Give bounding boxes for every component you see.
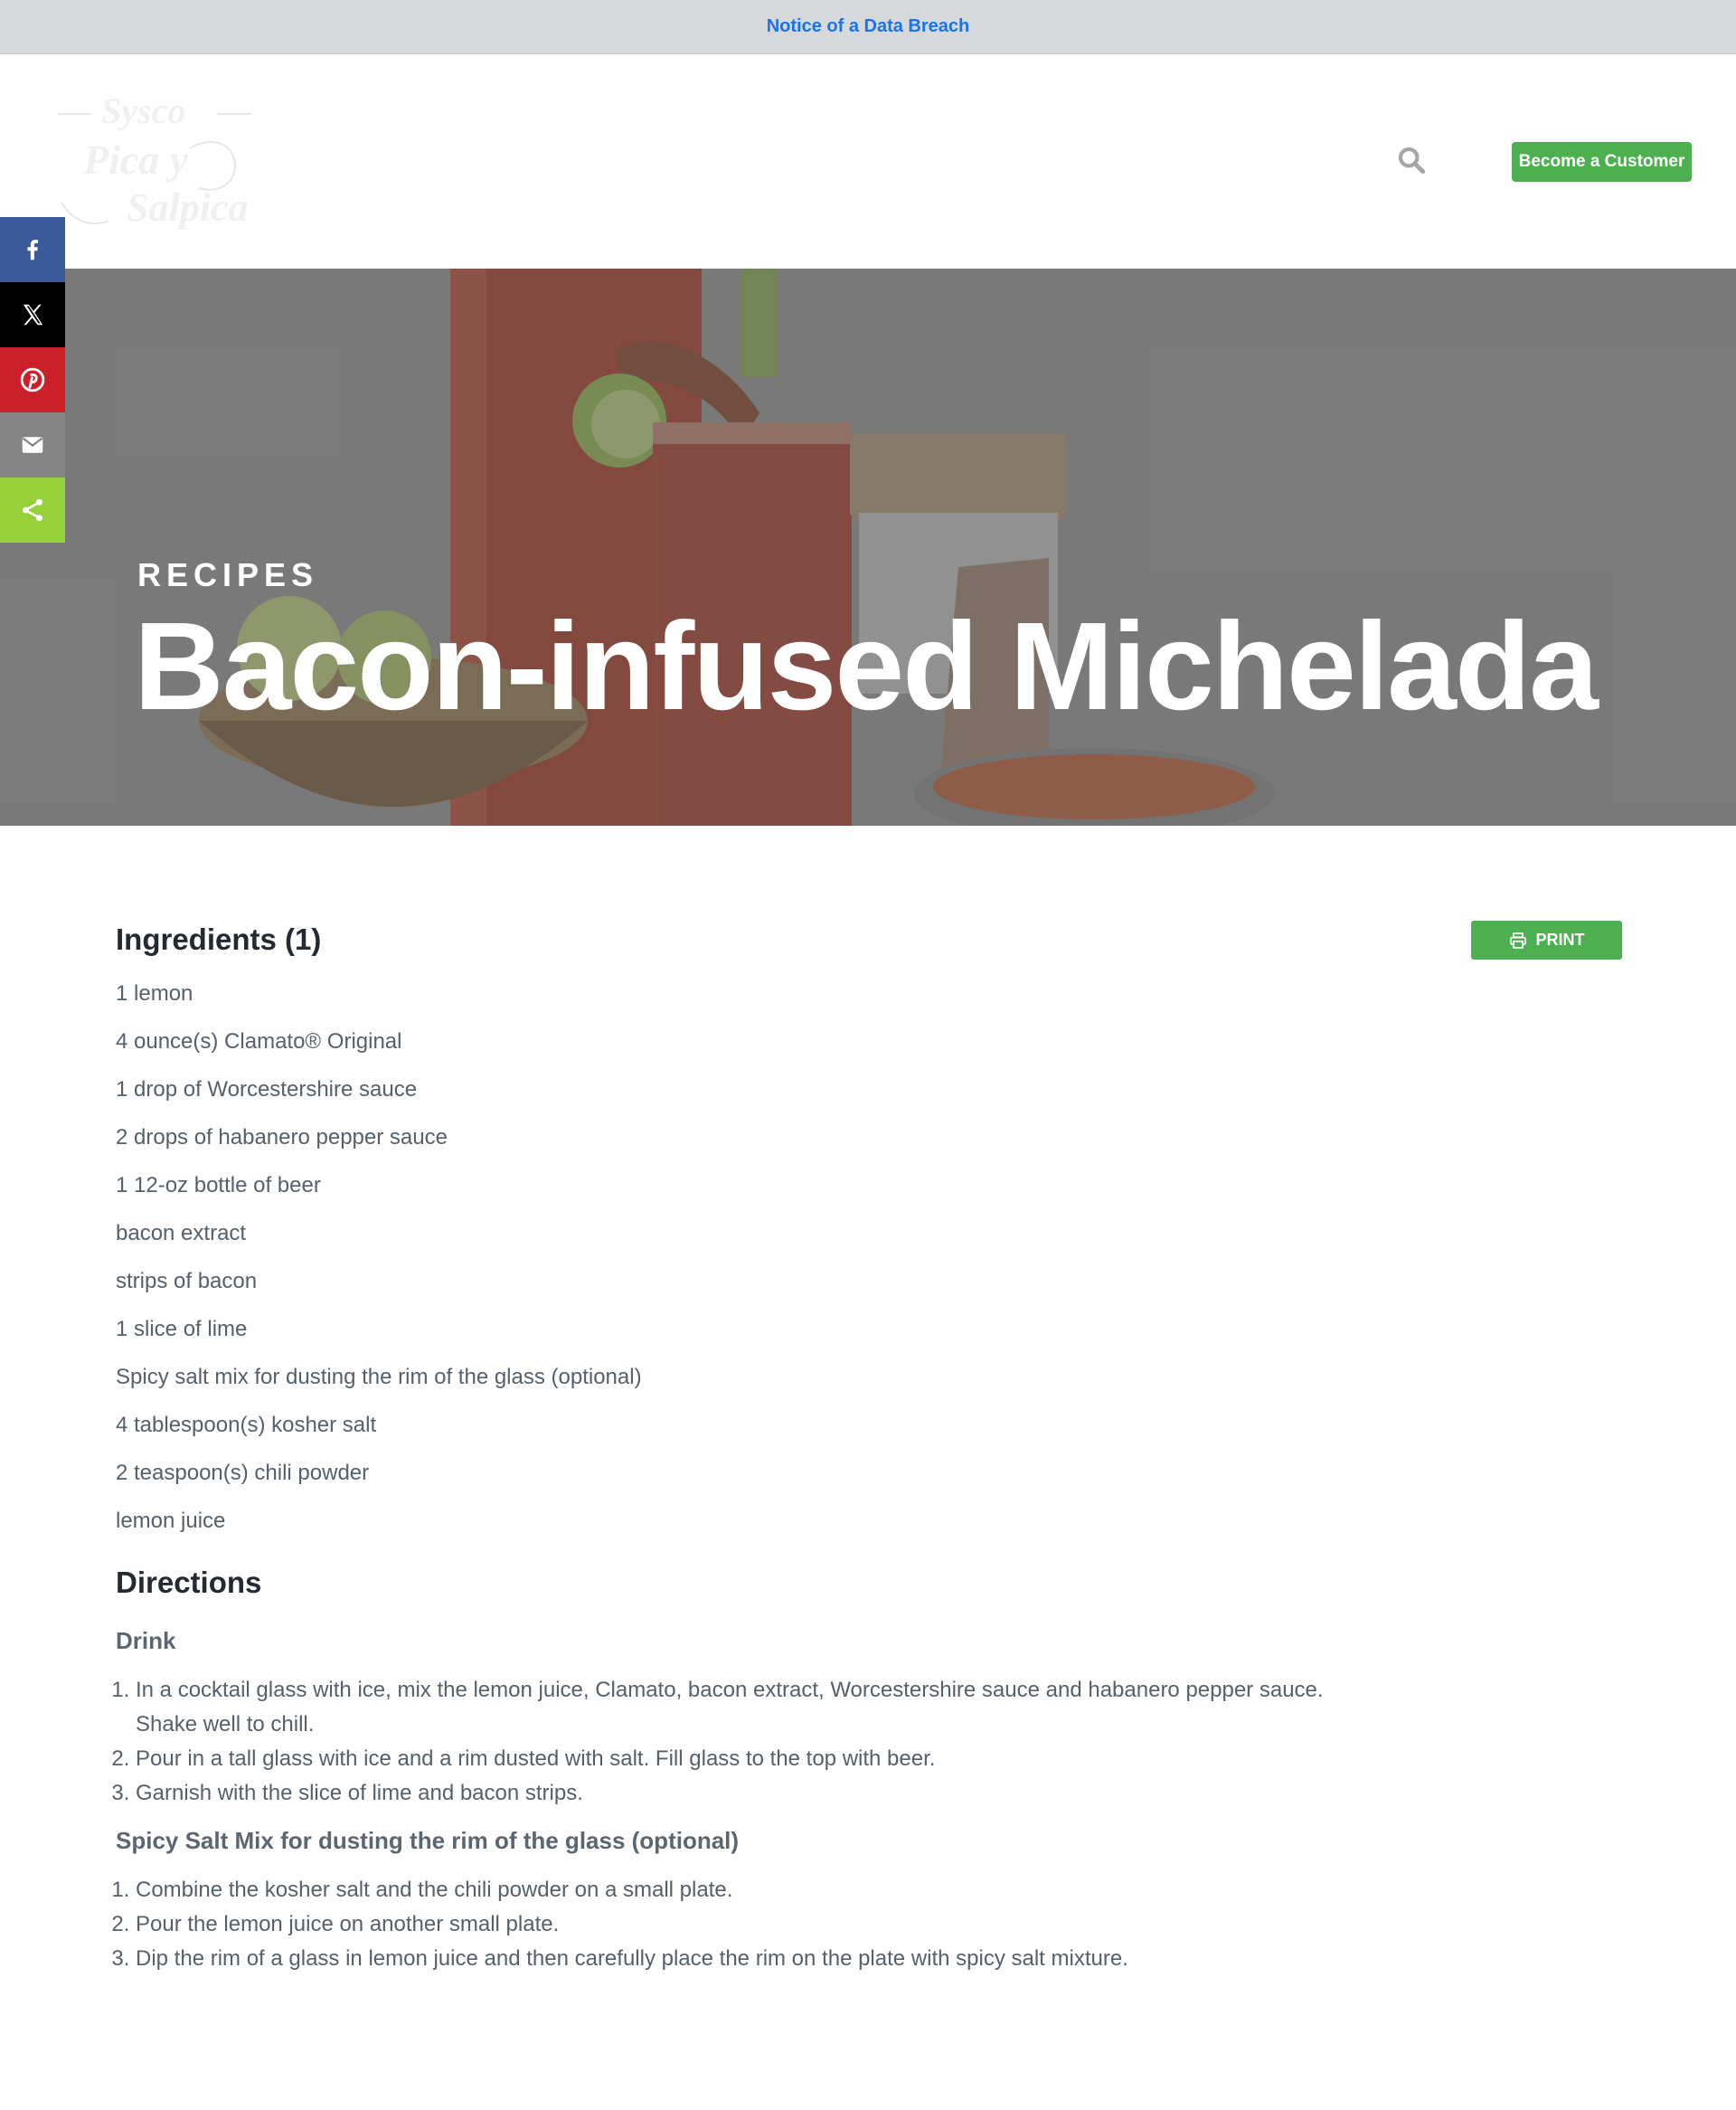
ingredient-item: 4 ounce(s) Clamato® Original [116,1029,402,1054]
direction-step: Dip the rim of a glass in lemon juice an… [136,1942,1327,1976]
ingredient-item: Spicy salt mix for dusting the rim of th… [116,1365,642,1389]
facebook-icon [27,240,38,260]
share-more-button[interactable] [0,478,65,543]
share-icon [23,498,42,522]
logo-line-3: Salpica [127,185,248,230]
ingredient-item: strips of bacon [116,1269,258,1293]
share-pinterest-button[interactable] [0,347,65,412]
direction-step: Pour in a tall glass with ice and a rim … [136,1742,1327,1776]
ingredient-item: 2 teaspoon(s) chili powder [116,1461,370,1485]
hero-category-label[interactable]: RECIPES [137,556,318,594]
page-title: Bacon-infused Michelada [134,597,1599,736]
recipe-content: Ingredients (1) 1 lemon 4 ounce(s) Clama… [116,913,1635,1976]
direction-step: Garnish with the slice of lime and bacon… [136,1776,1327,1811]
direction-step: In a cocktail glass with ice, mix the le… [136,1673,1327,1742]
ingredient-item: bacon extract [116,1221,247,1245]
ingredient-item: 1 lemon [116,981,193,1006]
hero-overlay [0,269,1736,826]
ingredient-item: 1 slice of lime [116,1317,248,1341]
social-share-bar [0,217,65,543]
ingredient-item: 1 drop of Worcestershire sauce [116,1077,418,1102]
ingredient-item: lemon juice [116,1509,226,1533]
share-x-button[interactable] [0,282,65,347]
ingredient-item: 1 12-oz bottle of beer [116,1173,321,1197]
notice-bar: Notice of a Data Breach [0,0,1736,54]
share-facebook-button[interactable] [0,217,65,282]
direction-step: Combine the kosher salt and the chili po… [136,1873,1327,1907]
share-email-button[interactable] [0,412,65,478]
ingredient-item: 4 tablespoon(s) kosher salt [116,1413,377,1437]
ingredient-item: 2 drops of habanero pepper sauce [116,1125,448,1150]
data-breach-notice-link[interactable]: Notice of a Data Breach [767,16,970,37]
hero-banner: RECIPES Bacon-infused Michelada [0,269,1736,826]
logo-line-1: Sysco [101,94,185,131]
directions-section-title: Drink [116,1627,176,1654]
logo-line-2: Pica y [82,137,189,183]
ingredients-title: Ingredients (1) [116,923,322,956]
site-header: Sysco Pica y Salpica Become a Customer [0,54,1736,269]
ingredient-list: 1 lemon 4 ounce(s) Clamato® Original 1 d… [116,980,1635,1535]
pinterest-icon [20,367,45,393]
search-icon[interactable] [1396,145,1427,175]
become-a-customer-button[interactable]: Become a Customer [1512,142,1692,182]
direction-step: Pour the lemon juice on another small pl… [136,1907,1327,1942]
directions-section-title: Spicy Salt Mix for dusting the rim of th… [116,1827,740,1854]
directions-title: Directions [116,1566,262,1599]
sysco-pica-y-salpica-logo[interactable]: Sysco Pica y Salpica [54,94,262,239]
directions-step-list: Combine the kosher salt and the chili po… [116,1873,1327,1976]
x-icon [24,304,43,326]
email-icon [22,437,43,453]
directions-step-list: In a cocktail glass with ice, mix the le… [116,1673,1327,1811]
